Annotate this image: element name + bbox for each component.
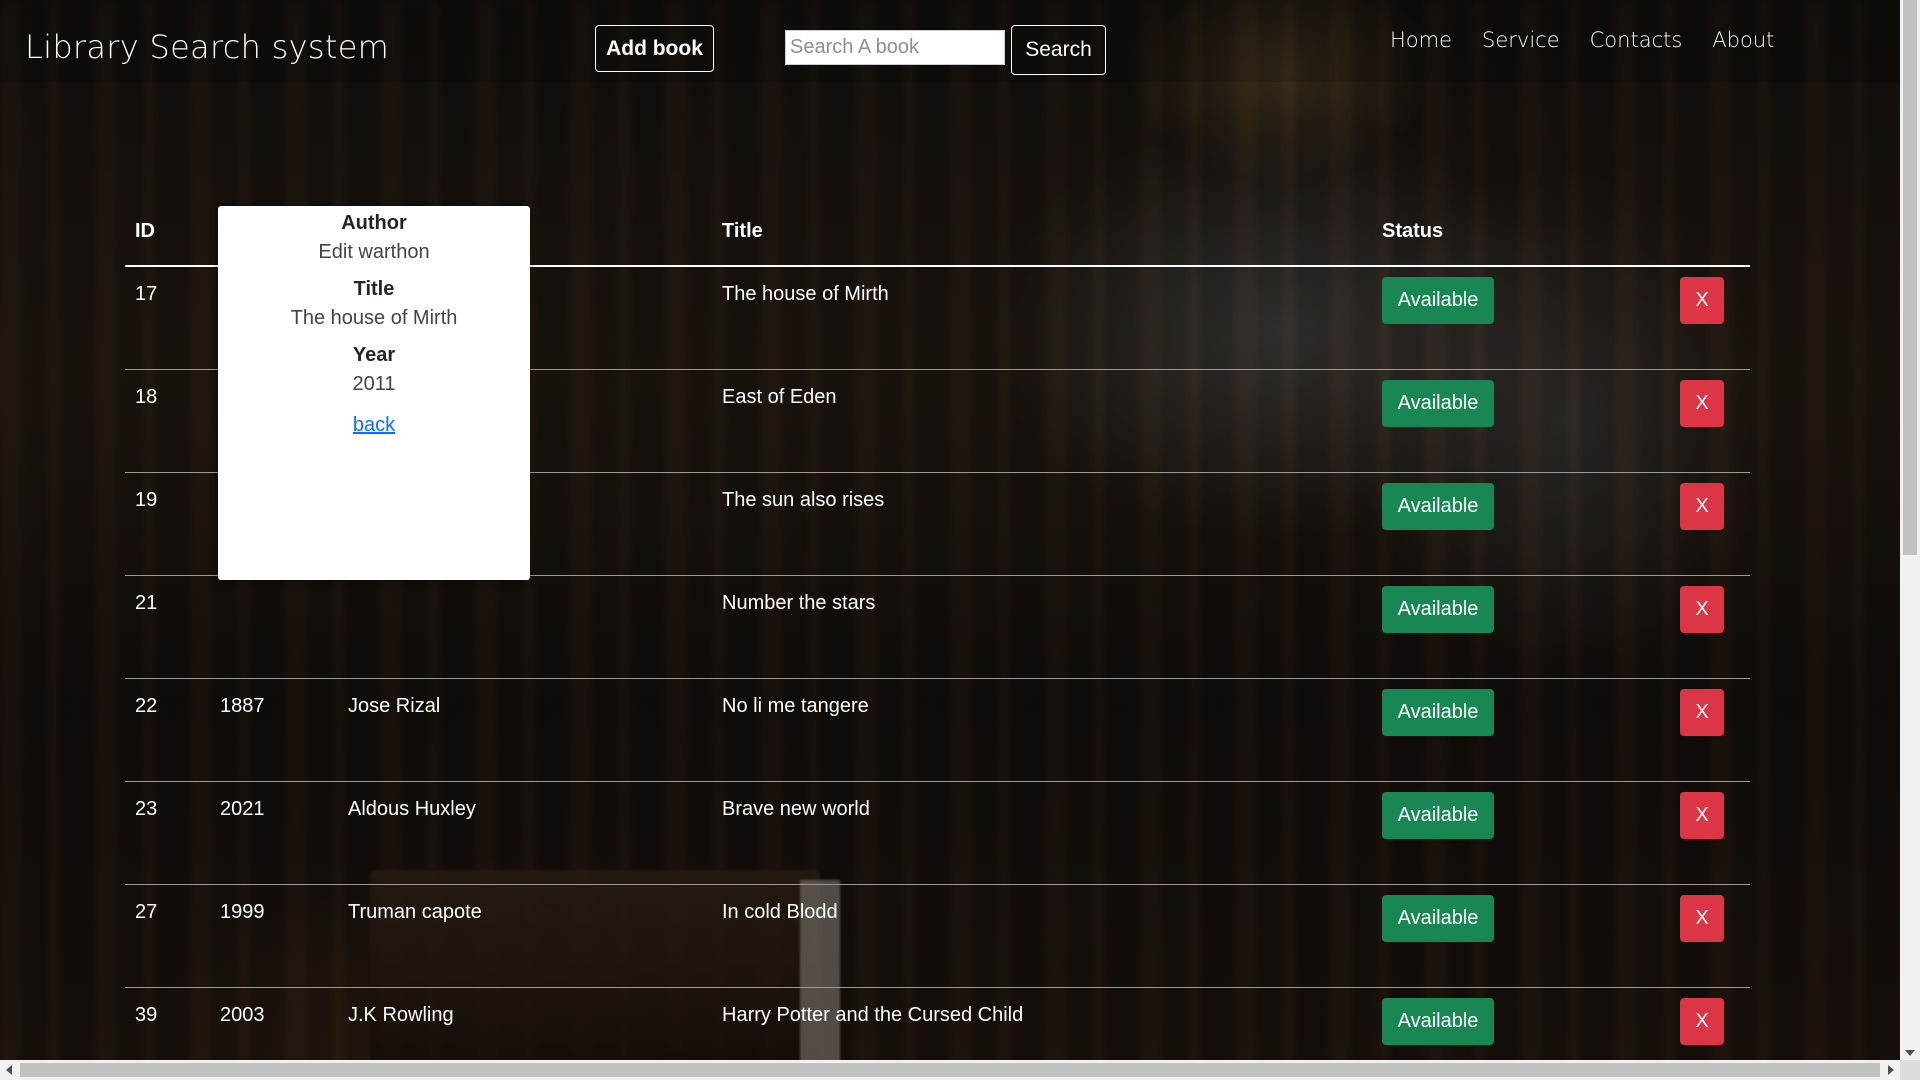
cell-delete: X	[1656, 884, 1750, 988]
cell-title: Brave new world	[712, 781, 1372, 885]
cell-id: 21	[125, 575, 210, 679]
delete-button[interactable]: X	[1680, 689, 1724, 736]
nav-links: Home Service Contacts About	[1390, 28, 1804, 52]
cell-status: Available	[1372, 678, 1656, 782]
cell-id: 23	[125, 781, 210, 885]
cell-author: Jose Rizal	[338, 678, 712, 782]
cell-id: 22	[125, 678, 210, 782]
cell-delete: X	[1656, 369, 1750, 473]
header-id: ID	[125, 210, 210, 267]
search-button[interactable]: Search	[1011, 25, 1106, 75]
cell-delete: X	[1656, 575, 1750, 679]
cell-delete: X	[1656, 472, 1750, 576]
scroll-left-arrow-icon[interactable]	[6, 1065, 12, 1075]
status-available-button[interactable]: Available	[1382, 586, 1494, 633]
cell-status: Available	[1372, 369, 1656, 473]
delete-button[interactable]: X	[1680, 483, 1724, 530]
table-row: 23 2021 Aldous Huxley Brave new world Av…	[125, 781, 1750, 885]
status-available-button[interactable]: Available	[1382, 689, 1494, 736]
cell-delete: X	[1656, 266, 1750, 370]
search-input[interactable]	[785, 30, 1005, 65]
popup-author-label: Author	[341, 212, 407, 234]
delete-button[interactable]: X	[1680, 895, 1724, 942]
horizontal-scrollbar[interactable]	[0, 1060, 1900, 1080]
scrollbar-corner	[1900, 1060, 1920, 1080]
table-row: 22 1887 Jose Rizal No li me tangere Avai…	[125, 678, 1750, 782]
header-actions	[1656, 210, 1750, 267]
header-status: Status	[1372, 210, 1656, 267]
book-detail-popup: Author Edit warthon Title The house of M…	[218, 206, 530, 580]
vertical-scrollbar[interactable]	[1900, 0, 1920, 1060]
cell-author: Aldous Huxley	[338, 781, 712, 885]
nav-service[interactable]: Service	[1482, 28, 1560, 52]
status-available-button[interactable]: Available	[1382, 792, 1494, 839]
cell-status: Available	[1372, 266, 1656, 370]
table-row: 27 1999 Truman capote In cold Blodd Avai…	[125, 884, 1750, 988]
status-available-button[interactable]: Available	[1382, 380, 1494, 427]
cell-title: The sun also rises	[712, 472, 1372, 576]
table-row: 21 Number the stars Available X	[125, 575, 1750, 679]
delete-button[interactable]: X	[1680, 792, 1724, 839]
cell-year: 2021	[210, 781, 338, 885]
cell-year	[210, 575, 338, 679]
cell-author: Truman capote	[338, 884, 712, 988]
delete-button[interactable]: X	[1680, 380, 1724, 427]
scroll-down-arrow-icon[interactable]	[1905, 1050, 1915, 1056]
status-available-button[interactable]: Available	[1382, 895, 1494, 942]
cell-year: 1887	[210, 678, 338, 782]
cell-title: In cold Blodd	[712, 884, 1372, 988]
popup-title-label: Title	[353, 278, 395, 300]
delete-button[interactable]: X	[1680, 998, 1724, 1045]
cell-id: 19	[125, 472, 210, 576]
header-title: Title	[712, 210, 1372, 267]
status-available-button[interactable]: Available	[1382, 998, 1494, 1045]
popup-author-value: Edit warthon	[318, 241, 430, 263]
cell-status: Available	[1372, 884, 1656, 988]
cell-id: 27	[125, 884, 210, 988]
cell-title: East of Eden	[712, 369, 1372, 473]
delete-button[interactable]: X	[1680, 586, 1724, 633]
cell-title: Number the stars	[712, 575, 1372, 679]
cell-status: Available	[1372, 781, 1656, 885]
nav-about[interactable]: About	[1712, 28, 1774, 52]
brand-title: Library Search system	[25, 28, 390, 66]
delete-button[interactable]: X	[1680, 277, 1724, 324]
popup-title-value: The house of Mirth	[290, 307, 458, 329]
cell-year: 1999	[210, 884, 338, 988]
popup-year-label: Year	[352, 344, 396, 366]
cell-title: The house of Mirth	[712, 266, 1372, 370]
popup-back-link[interactable]: back	[353, 414, 395, 437]
cell-author	[338, 575, 712, 679]
status-available-button[interactable]: Available	[1382, 483, 1494, 530]
cell-delete: X	[1656, 781, 1750, 885]
horizontal-scrollbar-thumb[interactable]	[20, 1063, 1880, 1077]
cell-delete: X	[1656, 678, 1750, 782]
cell-status: Available	[1372, 575, 1656, 679]
status-available-button[interactable]: Available	[1382, 277, 1494, 324]
cell-id: 18	[125, 369, 210, 473]
cell-id: 17	[125, 266, 210, 370]
vertical-scrollbar-thumb[interactable]	[1903, 0, 1917, 555]
add-book-button[interactable]: Add book	[595, 25, 714, 72]
cell-title: No li me tangere	[712, 678, 1372, 782]
popup-year-value: 2011	[352, 373, 396, 395]
cell-status: Available	[1372, 472, 1656, 576]
navbar: Library Search system Add book Search Ho…	[0, 0, 1900, 82]
nav-contacts[interactable]: Contacts	[1590, 28, 1683, 52]
scroll-right-arrow-icon[interactable]	[1888, 1065, 1894, 1075]
nav-home[interactable]: Home	[1390, 28, 1452, 52]
